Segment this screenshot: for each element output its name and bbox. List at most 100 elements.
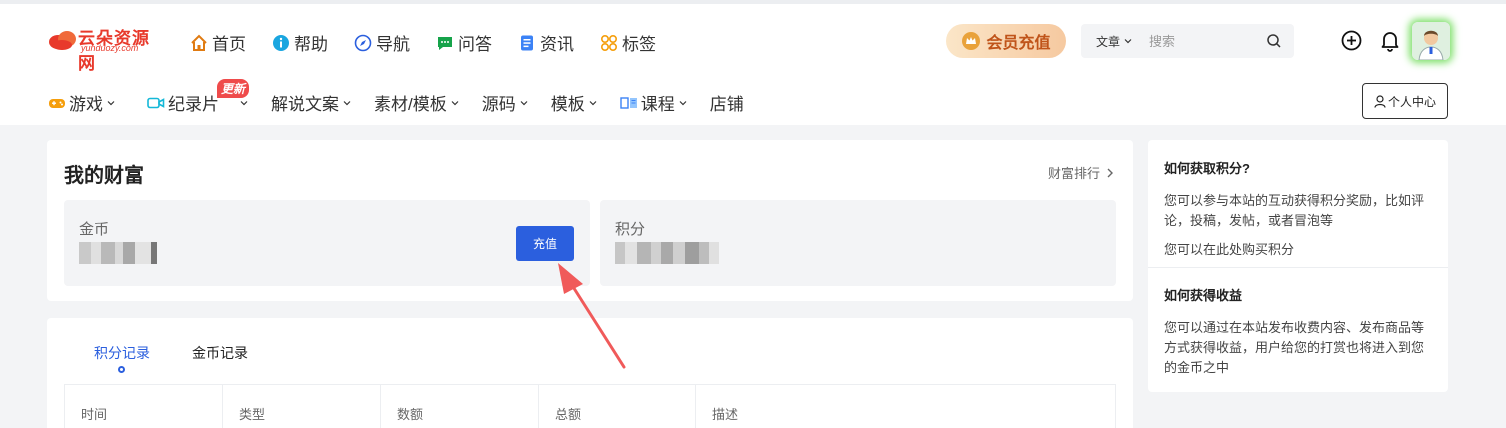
active-tab-indicator	[118, 366, 125, 373]
tab-label: 金币记录	[192, 345, 248, 361]
video-icon	[147, 96, 165, 110]
wealth-ranking-link[interactable]: 财富排行	[1048, 163, 1116, 182]
page-title: 我的财富	[64, 165, 144, 187]
search-box: 文章	[1081, 24, 1294, 58]
vip-recharge-button[interactable]: 会员充值	[946, 24, 1066, 58]
category-assets-templates[interactable]: 素材/模板	[374, 90, 460, 115]
tags-icon	[600, 34, 618, 52]
chevron-down-icon	[1124, 39, 1132, 44]
category-games[interactable]: 游戏	[48, 90, 116, 115]
coin-balance-panel: 金币 充值	[64, 200, 590, 286]
category-label: 解说文案	[271, 95, 339, 114]
chevron-down-icon	[342, 98, 352, 108]
nav-item-help[interactable]: 帮助	[272, 30, 328, 55]
tab-label: 积分记录	[94, 345, 150, 361]
user-center-label: 个人中心	[1387, 94, 1436, 109]
column-header-description: 描述	[712, 407, 739, 422]
search-scope-label: 文章	[1096, 34, 1121, 49]
earnings-help-section: 如何获得收益 您可以通过在本站发布收费内容、发布商品等方式获得收益，用户给您的打…	[1164, 285, 1434, 378]
chevron-down-icon	[588, 98, 598, 108]
nav-item-qa[interactable]: 问答	[436, 30, 492, 55]
vip-label: 会员充值	[986, 35, 1051, 52]
document-icon	[518, 34, 536, 52]
category-courses[interactable]: 课程	[620, 90, 688, 115]
nav-item-navigation[interactable]: 导航	[354, 30, 410, 55]
points-label: 积分	[615, 221, 646, 238]
column-header-type: 类型	[223, 385, 381, 428]
crown-icon	[962, 32, 981, 50]
category-templates[interactable]: 模板	[551, 90, 598, 115]
records-tabs: 积分记录 金币记录	[94, 343, 290, 373]
points-help-title: 如何获取积分?	[1164, 161, 1250, 176]
nav-label: 问答	[458, 35, 492, 54]
category-shop[interactable]: 店铺	[710, 90, 744, 115]
category-source-code[interactable]: 源码	[482, 90, 529, 115]
search-input[interactable]	[1149, 33, 1260, 49]
points-help-section: 如何获取积分? 您可以参与本站的互动获得积分奖励，比如评论，投稿，发帖，或者冒泡…	[1164, 158, 1434, 260]
chat-icon	[436, 34, 454, 52]
new-badge: 更新	[217, 79, 249, 98]
category-label: 课程	[640, 95, 675, 114]
cloud-logo-icon	[49, 31, 76, 50]
column-header-time: 时间	[65, 385, 223, 428]
divider	[1148, 267, 1448, 268]
nav-item-news[interactable]: 资讯	[518, 30, 574, 55]
tab-coin-records[interactable]: 金币记录	[192, 343, 248, 363]
chevron-down-icon	[678, 98, 688, 108]
user-icon	[1374, 94, 1386, 108]
nav-label: 导航	[376, 35, 410, 54]
help-sidebar: 如何获取积分? 您可以参与本站的互动获得积分奖励，比如评论，投稿，发帖，或者冒泡…	[1148, 140, 1448, 392]
category-documentary[interactable]: 纪录片 更新	[147, 79, 249, 115]
nav-item-tags[interactable]: 标签	[600, 30, 656, 55]
chevron-down-icon	[106, 98, 116, 108]
top-navigation: 首页 帮助 导航 问答 资讯 标签	[190, 30, 682, 55]
avatar-image	[1412, 22, 1450, 60]
compass-icon	[354, 34, 372, 52]
user-avatar[interactable]	[1412, 22, 1450, 60]
nav-label: 资讯	[540, 35, 574, 54]
chevron-down-icon	[519, 98, 529, 108]
chevron-right-icon	[1107, 168, 1113, 177]
nav-label: 首页	[212, 35, 246, 54]
nav-label: 帮助	[294, 35, 328, 54]
chevron-down-icon	[450, 98, 460, 108]
gamepad-icon	[48, 96, 66, 110]
category-label: 店铺	[709, 95, 744, 114]
category-label: 游戏	[69, 95, 103, 114]
chevron-down-icon	[239, 98, 249, 108]
nav-item-home[interactable]: 首页	[190, 30, 246, 55]
records-card: 积分记录 金币记录 时间 类型 数额 总额 描述	[47, 318, 1133, 428]
coin-value-redacted	[79, 242, 157, 264]
plus-circle-icon[interactable]	[1341, 30, 1362, 51]
info-icon	[272, 34, 290, 52]
records-table: 时间 类型 数额 总额 描述	[64, 384, 1116, 428]
category-label: 素材/模板	[374, 95, 447, 114]
points-value-redacted	[615, 242, 719, 264]
search-icon[interactable]	[1266, 33, 1282, 49]
category-commentary-scripts[interactable]: 解说文案	[271, 90, 352, 115]
search-scope-select[interactable]: 文章	[1096, 33, 1133, 50]
category-label: 纪录片	[168, 95, 219, 114]
category-label: 模板	[550, 95, 585, 114]
logo-subtext: yunduozy.com	[81, 43, 139, 53]
nav-label: 标签	[622, 35, 656, 54]
site-logo[interactable]: 云朵资源网 yunduozy.com	[48, 26, 163, 73]
points-buy-text: 您可以在此处购买积分	[1164, 242, 1295, 257]
category-label: 源码	[481, 95, 516, 114]
points-help-text: 您可以参与本站的互动获得积分奖励，比如评论，投稿，发帖，或者冒泡等	[1164, 193, 1425, 228]
book-icon	[620, 96, 638, 110]
home-icon	[190, 34, 208, 52]
category-navigation: 游戏 纪录片 更新 解说文案 素材/模板 源码 模板 课程 店铺	[48, 79, 766, 115]
earnings-help-title: 如何获得收益	[1164, 288, 1243, 303]
bell-icon[interactable]	[1380, 30, 1400, 52]
column-header-amount: 数额	[381, 385, 539, 428]
wealth-ranking-label: 财富排行	[1047, 166, 1100, 181]
points-balance-panel: 积分	[600, 200, 1116, 286]
earnings-help-text: 您可以通过在本站发布收费内容、发布商品等方式获得收益，用户给您的打赏也将进入到您…	[1164, 320, 1425, 375]
tab-points-records[interactable]: 积分记录	[94, 343, 150, 373]
site-header: 云朵资源网 yunduozy.com 首页 帮助 导航 问答 资讯 标签 会员充…	[0, 0, 1506, 125]
user-center-button[interactable]: 个人中心	[1362, 83, 1448, 119]
wealth-card: 我的财富 财富排行 金币 充值 积分	[47, 140, 1133, 301]
recharge-button[interactable]: 充值	[516, 226, 574, 261]
column-header-total: 总额	[539, 385, 696, 428]
